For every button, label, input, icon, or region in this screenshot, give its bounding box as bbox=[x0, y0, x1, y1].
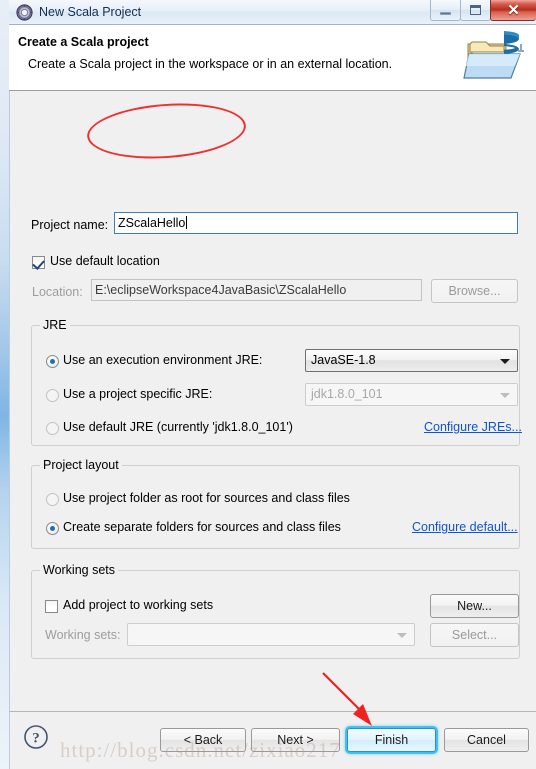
project-specific-jre-combo: jdk1.8.0_101 bbox=[305, 383, 518, 406]
jre-group: JRE Use an execution environment JRE: Ja… bbox=[31, 318, 522, 446]
new-scala-project-dialog: New Scala Project ✕ Create a Scala proje… bbox=[0, 0, 536, 769]
title-bar: New Scala Project ✕ bbox=[9, 0, 536, 25]
next-button[interactable]: Next > bbox=[251, 728, 340, 752]
working-sets-group-title: Working sets bbox=[40, 563, 119, 577]
window-title: New Scala Project bbox=[39, 5, 142, 19]
background-window-strip bbox=[0, 0, 9, 769]
radio-execution-environment-jre-label: Use an execution environment JRE: bbox=[63, 353, 263, 367]
wizard-header: Create a Scala project Create a Scala pr… bbox=[9, 25, 536, 91]
project-layout-group: Project layout Use project folder as roo… bbox=[31, 458, 520, 549]
add-to-working-sets-checkbox[interactable] bbox=[45, 600, 58, 613]
location-label: Location: bbox=[32, 285, 83, 299]
working-sets-group: Working sets Add project to working sets… bbox=[31, 563, 520, 659]
jre-group-title: JRE bbox=[40, 318, 70, 332]
minimize-button[interactable] bbox=[430, 0, 461, 21]
radio-default-jre-label: Use default JRE (currently 'jdk1.8.0_101… bbox=[63, 420, 293, 434]
radio-project-folder-root-label: Use project folder as root for sources a… bbox=[63, 491, 350, 505]
maximize-button[interactable] bbox=[460, 0, 491, 21]
text-caret bbox=[186, 216, 188, 229]
working-sets-label: Working sets: bbox=[45, 628, 121, 642]
back-button[interactable]: < Back bbox=[160, 728, 246, 752]
radio-default-jre[interactable] bbox=[46, 422, 59, 435]
location-input: E:\eclipseWorkspace4JavaBasic\ZScalaHell… bbox=[91, 279, 422, 301]
project-name-input[interactable]: ZScalaHello bbox=[114, 212, 518, 234]
browse-button: Browse... bbox=[431, 279, 518, 303]
radio-project-specific-jre-label: Use a project specific JRE: bbox=[63, 387, 213, 401]
chevron-down-icon bbox=[397, 633, 407, 638]
new-working-set-button[interactable]: New... bbox=[430, 594, 519, 618]
close-button[interactable]: ✕ bbox=[490, 0, 536, 21]
page-title: Create a Scala project bbox=[18, 35, 149, 49]
add-to-working-sets-label: Add project to working sets bbox=[63, 598, 214, 612]
radio-project-folder-root[interactable] bbox=[46, 493, 59, 506]
use-default-location-checkbox[interactable] bbox=[32, 256, 45, 269]
svg-text:?: ? bbox=[32, 731, 40, 747]
chevron-down-icon bbox=[500, 359, 510, 364]
configure-jres-link[interactable]: Configure JREs... bbox=[424, 420, 522, 434]
use-default-location-label: Use default location bbox=[50, 254, 160, 268]
page-description: Create a Scala project in the workspace … bbox=[28, 57, 393, 71]
chevron-down-icon bbox=[500, 393, 510, 398]
scala-gear-icon bbox=[16, 4, 33, 21]
cancel-button[interactable]: Cancel bbox=[444, 728, 529, 752]
radio-project-specific-jre[interactable] bbox=[46, 389, 59, 402]
execution-environment-value: JavaSE-1.8 bbox=[311, 353, 376, 367]
configure-default-link[interactable]: Configure default... bbox=[412, 520, 518, 534]
radio-execution-environment-jre[interactable] bbox=[46, 355, 59, 368]
help-question-icon[interactable]: ? bbox=[23, 724, 49, 750]
project-name-label: Project name: bbox=[31, 218, 109, 232]
scala-project-folder-icon bbox=[462, 26, 528, 88]
wizard-body: Project name: ZScalaHello Use default lo… bbox=[9, 91, 536, 711]
finish-button[interactable]: Finish bbox=[347, 728, 436, 752]
window-controls: ✕ bbox=[430, 0, 536, 21]
project-specific-jre-value: jdk1.8.0_101 bbox=[311, 387, 383, 401]
working-sets-combo bbox=[127, 623, 415, 646]
radio-separate-folders-label: Create separate folders for sources and … bbox=[63, 520, 341, 534]
radio-separate-folders[interactable] bbox=[46, 522, 59, 535]
close-icon: ✕ bbox=[507, 3, 520, 19]
project-name-value: ZScalaHello bbox=[118, 216, 186, 230]
execution-environment-combo[interactable]: JavaSE-1.8 bbox=[305, 349, 518, 372]
dialog-footer: ? < Back Next > Finish Cancel bbox=[9, 711, 536, 769]
select-working-set-button: Select... bbox=[430, 623, 519, 647]
project-layout-group-title: Project layout bbox=[40, 458, 122, 472]
